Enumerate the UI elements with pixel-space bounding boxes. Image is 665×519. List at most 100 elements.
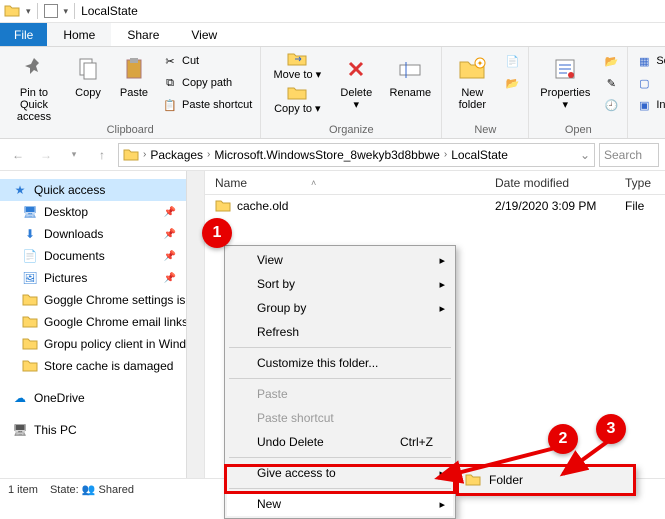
cm-view[interactable]: View▸: [227, 248, 453, 272]
copy-button[interactable]: Copy: [68, 49, 108, 99]
edit-button[interactable]: ✎: [601, 73, 621, 93]
desktop-icon: 🖥: [22, 204, 38, 220]
dropdown-icon[interactable]: ⌄: [580, 148, 590, 162]
onedrive-icon: ☁: [12, 390, 28, 406]
cm-group-by[interactable]: Group by▸: [227, 296, 453, 320]
address-row: ← → ▾ ↑ › Packages › Microsoft.WindowsSt…: [0, 139, 665, 171]
folder-icon: [123, 147, 139, 163]
pc-icon: 🖥: [12, 422, 28, 438]
pin-quick-access-button[interactable]: Pin to Quick access: [6, 49, 62, 123]
open-button[interactable]: 📂: [601, 51, 621, 71]
ribbon-group-clipboard: Pin to Quick access Copy Paste ✂Cut ⧉Cop…: [0, 47, 261, 138]
sidebar-item-downloads[interactable]: ⬇Downloads📌: [0, 223, 204, 245]
copy-to-button[interactable]: Copy to ▾: [267, 85, 327, 119]
breadcrumb-segment[interactable]: LocalState: [451, 148, 508, 162]
folder-icon: [465, 472, 481, 488]
cut-icon: ✂: [162, 53, 178, 69]
menu-bar: File Home Share View: [0, 23, 665, 47]
pin-icon: 📌: [164, 207, 176, 218]
svg-text:✦: ✦: [477, 59, 484, 68]
pictures-icon: 🖼: [22, 270, 38, 286]
rename-button[interactable]: Rename: [385, 49, 435, 99]
pin-icon: 📌: [164, 229, 176, 240]
nav-sidebar: ★ Quick access 🖥Desktop📌 ⬇Downloads📌 📄Do…: [0, 171, 205, 478]
cm-new[interactable]: New▸: [227, 492, 453, 516]
qa-dropdown2-icon[interactable]: ▾: [64, 6, 69, 17]
folder-icon: [4, 3, 20, 19]
cm-customize[interactable]: Customize this folder...: [227, 351, 453, 375]
paste-shortcut-button[interactable]: 📋Paste shortcut: [160, 95, 254, 115]
sidebar-item-pictures[interactable]: 🖼Pictures📌: [0, 267, 204, 289]
paste-shortcut-icon: 📋: [162, 97, 178, 113]
column-headers[interactable]: Name˄ Date modified Type: [205, 171, 665, 195]
paste-button[interactable]: Paste: [114, 49, 154, 99]
qa-dropdown-icon[interactable]: ▾: [26, 6, 31, 17]
tab-home[interactable]: Home: [47, 23, 111, 46]
pin-icon: 📌: [164, 251, 176, 262]
paste-icon: [118, 53, 150, 85]
breadcrumb-segment[interactable]: Microsoft.WindowsStore_8wekyb3d8bbwe: [214, 148, 439, 162]
sidebar-onedrive[interactable]: ☁OneDrive: [0, 387, 204, 409]
folder-icon: [22, 292, 38, 308]
search-input[interactable]: Search: [599, 143, 659, 167]
cm-paste-shortcut: Paste shortcut: [227, 406, 453, 430]
item-count: 1 item: [8, 484, 38, 496]
back-button[interactable]: ←: [6, 143, 30, 167]
sidebar-item-documents[interactable]: 📄Documents📌: [0, 245, 204, 267]
sidebar-item-desktop[interactable]: 🖥Desktop📌: [0, 201, 204, 223]
cm-undo-delete[interactable]: Undo DeleteCtrl+Z: [227, 430, 453, 454]
sidebar-item-folder[interactable]: Google Chrome email links: [0, 311, 204, 333]
move-to-button[interactable]: Move to ▾: [267, 51, 327, 85]
file-menu[interactable]: File: [0, 23, 47, 46]
file-row[interactable]: cache.old 2/19/2020 3:09 PM File: [205, 195, 665, 217]
up-button[interactable]: ↑: [90, 143, 114, 167]
cut-button[interactable]: ✂Cut: [160, 51, 254, 71]
new-item-button[interactable]: 📄: [502, 51, 522, 71]
state-label: State: 👥 Shared: [50, 483, 134, 496]
downloads-icon: ⬇: [22, 226, 38, 242]
sidebar-item-folder[interactable]: Goggle Chrome settings is b: [0, 289, 204, 311]
delete-button[interactable]: Delete▾: [333, 49, 379, 111]
address-bar[interactable]: › Packages › Microsoft.WindowsStore_8wek…: [118, 143, 595, 167]
breadcrumb-segment[interactable]: Packages: [150, 148, 203, 162]
ribbon-group-organize: Move to ▾ Copy to ▾ Delete▾ Rename Organ…: [261, 47, 442, 138]
new-folder-button[interactable]: ✦ New folder: [448, 49, 496, 111]
easy-access-button[interactable]: 📂: [502, 73, 522, 93]
cm-sort-by[interactable]: Sort by▸: [227, 272, 453, 296]
folder-icon: [22, 358, 38, 374]
invert-selection-button[interactable]: ▣Invert: [634, 95, 665, 115]
documents-icon: 📄: [22, 248, 38, 264]
sidebar-this-pc[interactable]: 🖥This PC: [0, 419, 204, 441]
tab-view[interactable]: View: [175, 23, 233, 46]
shared-icon: 👥: [82, 484, 96, 496]
select-all-button[interactable]: ▦Select: [634, 51, 665, 71]
cm-give-access[interactable]: Give access to▸: [227, 461, 453, 485]
history-button[interactable]: 🕘: [601, 95, 621, 115]
folder-icon: [215, 198, 231, 214]
ribbon-group-new: ✦ New folder 📄 📂 New: [442, 47, 529, 138]
sidebar-quick-access[interactable]: ★ Quick access: [0, 179, 204, 201]
qa-2-icon[interactable]: [44, 4, 58, 18]
properties-button[interactable]: Properties▾: [535, 49, 595, 111]
recent-button[interactable]: ▾: [62, 143, 86, 167]
rename-icon: [394, 53, 426, 85]
folder-icon: [22, 314, 38, 330]
sidebar-item-folder[interactable]: Gropu policy client in Windo: [0, 333, 204, 355]
copy-icon: [72, 53, 104, 85]
submenu-folder[interactable]: Folder: [489, 473, 523, 487]
folder-icon: [22, 336, 38, 352]
annotation-badge-2: 2: [548, 424, 578, 454]
ribbon: Pin to Quick access Copy Paste ✂Cut ⧉Cop…: [0, 47, 665, 139]
sidebar-item-folder[interactable]: Store cache is damaged: [0, 355, 204, 377]
submenu-new: Folder: [456, 465, 636, 495]
select-none-button[interactable]: ▢: [634, 73, 665, 93]
properties-icon: [549, 53, 581, 85]
ribbon-group-open: Properties▾ 📂 ✎ 🕘 Open: [529, 47, 628, 138]
tab-share[interactable]: Share: [111, 23, 175, 46]
copy-path-button[interactable]: ⧉Copy path: [160, 73, 254, 93]
context-menu: View▸ Sort by▸ Group by▸ Refresh Customi…: [224, 245, 456, 519]
delete-icon: [340, 53, 372, 85]
title-bar: ▾ ▾ LocalState: [0, 0, 665, 23]
forward-button[interactable]: →: [34, 143, 58, 167]
cm-refresh[interactable]: Refresh: [227, 320, 453, 344]
